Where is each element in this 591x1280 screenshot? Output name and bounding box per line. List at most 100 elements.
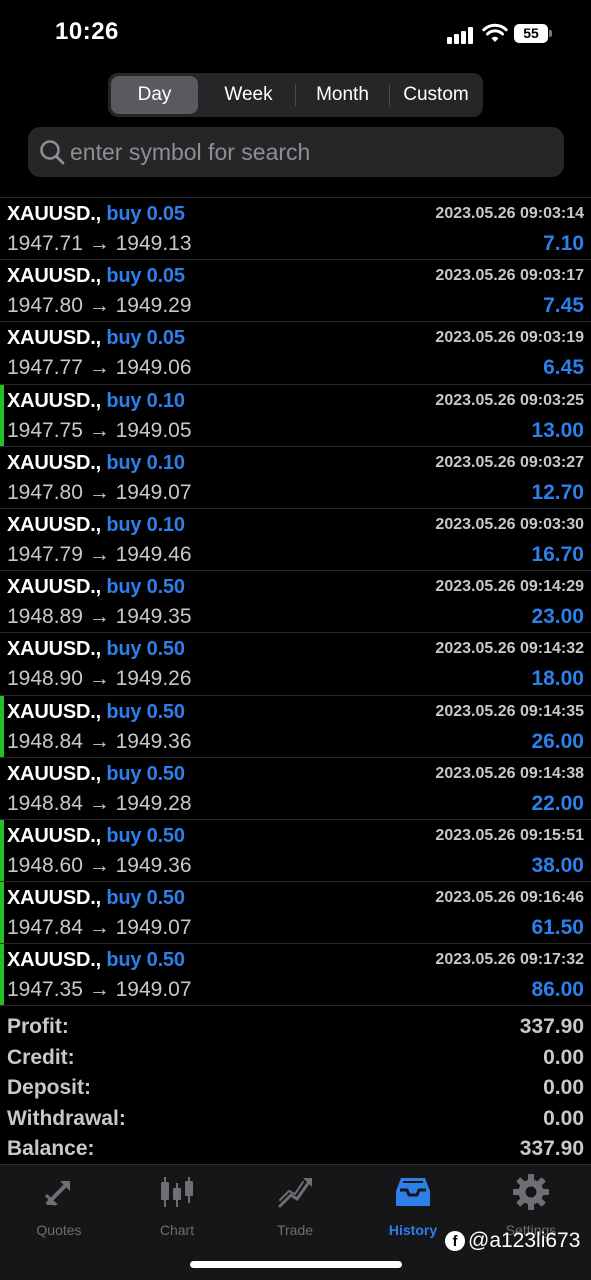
deal-prices: 1947.75 → 1949.05 [7,419,192,443]
deal-profit: 6.45 [543,356,584,380]
arrow-icon: → [88,791,110,815]
summary-label: Credit: [7,1045,75,1069]
deal-time: 2023.05.26 09:03:27 [435,453,584,471]
tab-chart-label: Chart [159,1222,195,1238]
deal-profit: 12.70 [531,480,584,504]
battery-icon: 55 [514,24,552,43]
deal-time: 2023.05.26 09:14:35 [435,702,584,720]
summary-label: Withdrawal: [7,1106,126,1130]
arrow-icon: → [88,729,110,753]
tab-quotes[interactable]: Quotes [0,1173,118,1238]
search-input[interactable]: enter symbol for search [70,127,310,177]
profit-marker [0,819,4,882]
deal-symbol: XAUUSD., buy 0.50 [7,824,185,847]
deal-row[interactable]: XAUUSD., buy 0.50 1948.84 → 1949.36 2023.0… [0,695,591,758]
deal-prices: 1948.84 → 1949.28 [7,792,192,816]
open-price: 1947.77 [7,356,83,380]
open-price: 1947.84 [7,916,83,940]
open-price: 1947.79 [7,542,83,566]
tab-quotes-label: Quotes [36,1222,82,1238]
deal-prices: 1947.79 → 1949.46 [7,543,192,567]
deal-symbol: XAUUSD., buy 0.05 [7,265,185,288]
deal-prices: 1947.77 → 1949.06 [7,356,192,380]
close-price: 1949.35 [115,605,192,629]
period-tab-day[interactable]: Day [111,76,198,114]
deal-row[interactable]: XAUUSD., buy 0.50 1948.60 → 1949.36 2023.0… [0,819,591,883]
profit-marker [0,944,4,1006]
arrow-icon: → [88,853,110,877]
close-price: 1949.26 [115,667,192,691]
deal-side: buy 0.50 [106,762,185,785]
deal-row[interactable]: XAUUSD., buy 0.10 1947.79 → 1949.46 2023.0… [0,509,591,572]
deal-row[interactable]: XAUUSD., buy 0.50 1947.35 → 1949.07 2023.0… [0,944,591,1007]
tab-trade[interactable]: Trade [236,1173,354,1238]
close-price: 1949.06 [115,356,192,380]
account-summary: Profit: 337.90 Credit: 0.00 Deposit: 0.00 With… [0,1013,591,1166]
deals-list: XAUUSD., buy 0.05 1947.71 → 1949.13 2023.0… [0,197,591,1007]
deal-row[interactable]: XAUUSD., buy 0.05 1947.80 → 1949.29 2023.0… [0,260,591,323]
deal-profit: 13.00 [531,418,584,442]
deal-prices: 1947.71 → 1949.13 [7,232,192,256]
watermark-handle: @a123li673 [468,1229,581,1252]
deal-time: 2023.05.26 09:03:19 [435,329,584,347]
close-price: 1949.28 [115,791,192,815]
deal-prices: 1947.80 → 1949.29 [7,294,192,318]
close-price: 1949.36 [115,853,192,877]
open-price: 1948.60 [7,853,83,877]
close-price: 1949.05 [115,418,192,442]
deal-row[interactable]: XAUUSD., buy 0.05 1947.77 → 1949.06 2023.0… [0,322,591,385]
deal-symbol: XAUUSD., buy 0.50 [7,762,185,785]
tab-chart[interactable]: Chart [118,1173,236,1238]
arrow-icon: → [88,605,110,629]
arrow-icon: → [88,916,110,940]
close-price: 1949.29 [115,294,192,318]
deal-row[interactable]: XAUUSD., buy 0.10 1947.75 → 1949.05 2023.0… [0,384,591,447]
deal-side: buy 0.50 [106,949,185,972]
deal-profit: 26.00 [531,729,584,753]
deal-time: 2023.05.26 09:03:14 [435,205,584,222]
close-price: 1949.07 [115,978,192,1002]
open-price: 1947.80 [7,294,83,318]
period-tab-week[interactable]: Week [202,76,295,114]
deal-side: buy 0.10 [106,513,185,536]
summary-label: Profit: [7,1015,69,1038]
deal-row[interactable]: XAUUSD., buy 0.50 1947.84 → 1949.07 2023.0… [0,882,591,945]
deal-profit: 38.00 [531,853,584,877]
period-tab-custom[interactable]: Custom [390,76,482,114]
deal-symbol: XAUUSD., buy 0.05 [7,203,185,225]
deal-symbol: XAUUSD., buy 0.05 [7,327,185,350]
deal-profit: 18.00 [531,667,584,691]
summary-row: Balance: 337.90 [0,1135,591,1166]
deal-time: 2023.05.26 09:14:32 [435,640,584,658]
tab-settings[interactable]: Settings [472,1173,590,1238]
quotes-icon [44,1181,70,1207]
deal-symbol: XAUUSD., buy 0.10 [7,451,185,474]
deal-row[interactable]: XAUUSD., buy 0.50 1948.90 → 1949.26 2023.0… [0,633,591,696]
symbol-search-field[interactable]: enter symbol for search [28,127,564,177]
deal-time: 2023.05.26 09:14:38 [435,764,584,782]
tab-trade-label: Trade [276,1222,314,1238]
deal-row[interactable]: XAUUSD., buy 0.05 1947.71 → 1949.13 2023.0… [0,198,591,261]
deal-prices: 1948.84 → 1949.36 [7,730,192,754]
period-tab-month[interactable]: Month [296,76,389,114]
watermark: f @a123li673 [445,1229,580,1253]
arrow-icon: → [88,542,110,566]
battery-level: 55 [514,24,548,43]
close-price: 1949.46 [115,542,192,566]
home-indicator [190,1261,402,1268]
deal-profit: 23.00 [531,605,584,629]
deal-row[interactable]: XAUUSD., buy 0.50 1948.89 → 1949.35 2023.0… [0,571,591,634]
profit-marker [0,384,4,446]
open-price: 1947.75 [7,418,83,442]
deal-side: buy 0.05 [106,265,185,288]
deal-symbol: XAUUSD., buy 0.10 [7,389,185,412]
deal-time: 2023.05.26 09:03:17 [435,267,584,285]
open-price: 1948.89 [7,605,83,629]
tab-history[interactable]: History [354,1173,472,1238]
deal-side: buy 0.05 [106,203,185,225]
deal-row[interactable]: XAUUSD., buy 0.50 1948.84 → 1949.28 2023.0… [0,758,591,820]
deal-row[interactable]: XAUUSD., buy 0.10 1947.80 → 1949.07 2023.0… [0,447,591,509]
summary-value: 337.90 [519,1137,584,1160]
status-bar: 10:26 55 [0,0,591,66]
summary-label: Balance: [7,1137,95,1160]
